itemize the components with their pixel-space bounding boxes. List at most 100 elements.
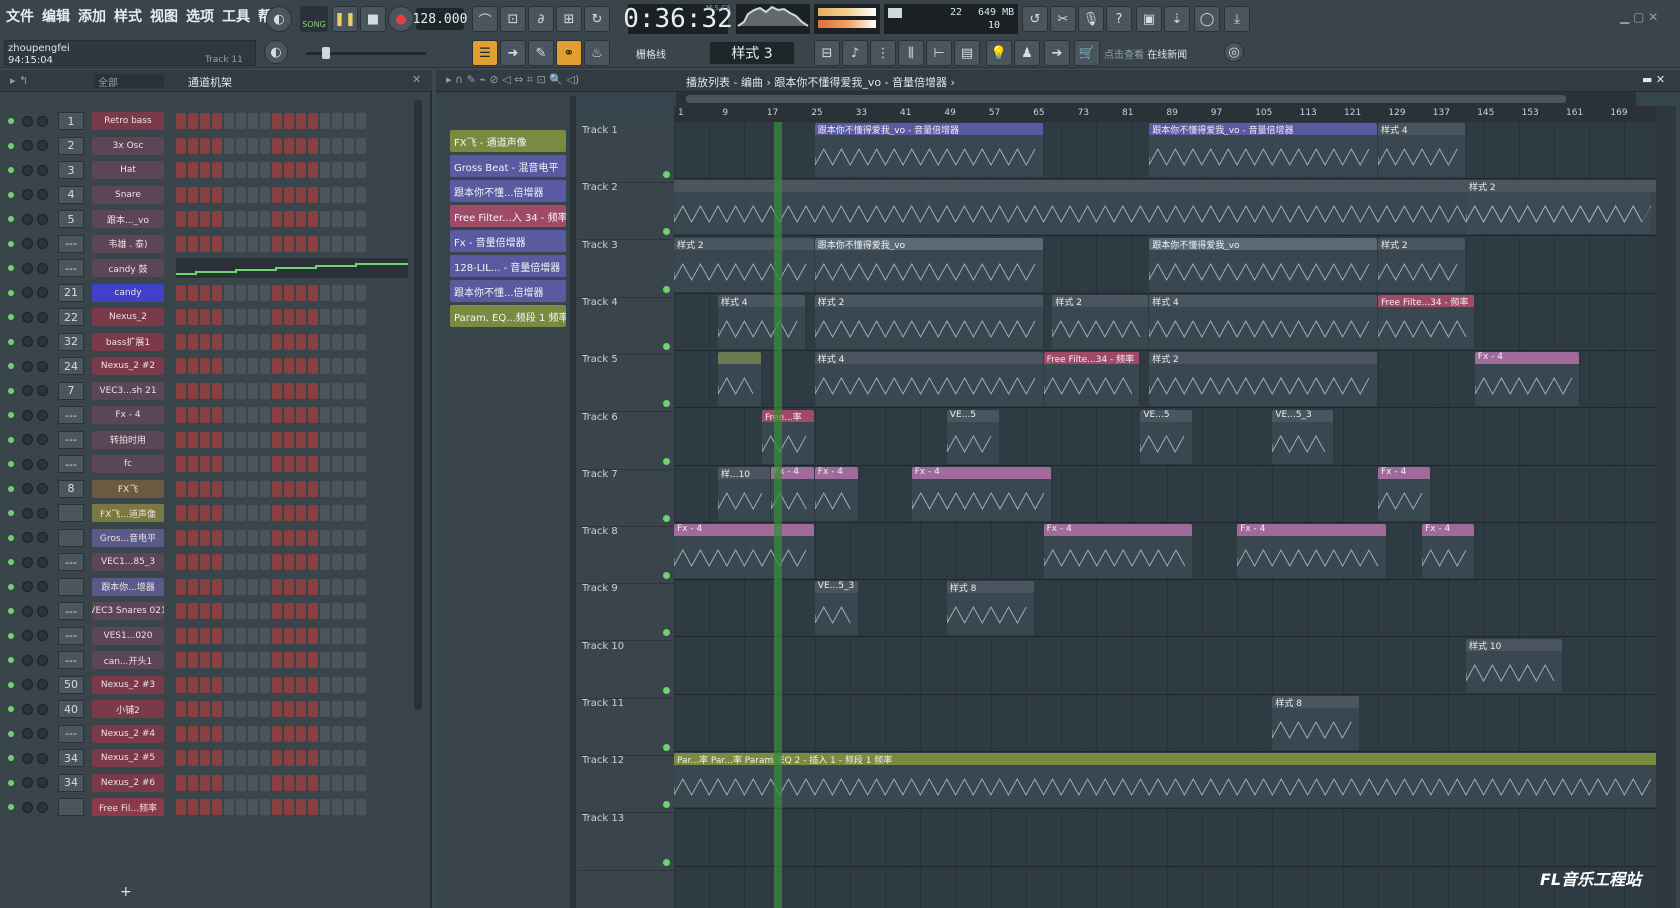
step-button[interactable] [308, 358, 318, 374]
channel-name-button[interactable]: FX飞...道声像 [92, 504, 164, 522]
step-button[interactable] [332, 333, 342, 350]
step-button[interactable] [320, 603, 330, 619]
step-button[interactable] [200, 725, 210, 742]
save-icon[interactable]: ▣ [1136, 6, 1162, 32]
step-button[interactable] [308, 578, 318, 595]
step-button[interactable] [236, 603, 246, 619]
step-button[interactable] [308, 211, 318, 227]
step-button[interactable] [356, 529, 366, 546]
step-button[interactable] [356, 431, 366, 448]
step-button[interactable] [212, 235, 222, 252]
channel-mixer-number[interactable]: 34 [58, 773, 84, 792]
playlist-clip[interactable]: 样式 10 [1466, 638, 1562, 693]
channel-volume-knob[interactable] [37, 409, 48, 421]
step-button[interactable] [260, 235, 270, 252]
step-button[interactable] [176, 676, 186, 693]
step-button[interactable] [248, 211, 258, 227]
channel-mute-led[interactable] [8, 559, 14, 565]
step-button[interactable] [260, 725, 270, 742]
wait-input-icon[interactable]: ⊡ [500, 6, 526, 32]
channel-row[interactable]: 8 FX飞 [8, 478, 408, 500]
step-button[interactable] [212, 211, 222, 227]
step-button[interactable] [260, 211, 270, 227]
channel-pan-knob[interactable] [22, 630, 33, 641]
step-button[interactable] [272, 505, 282, 521]
step-button[interactable] [176, 603, 186, 619]
channel-mixer-number[interactable]: --- [58, 724, 84, 743]
channel-row[interactable]: --- Fx - 4 [8, 404, 408, 426]
channel-mixer-number[interactable]: 32 [58, 332, 84, 351]
step-button[interactable] [308, 799, 318, 815]
step-button[interactable] [272, 186, 282, 203]
step-button[interactable] [176, 333, 186, 350]
step-button[interactable] [176, 750, 186, 766]
step-button[interactable] [224, 799, 234, 815]
step-button[interactable] [272, 235, 282, 252]
step-button[interactable] [212, 431, 222, 448]
channel-mixer-number[interactable]: --- [58, 234, 84, 253]
step-button[interactable] [272, 284, 282, 301]
channel-pan-knob[interactable] [22, 409, 33, 421]
step-button[interactable] [272, 603, 282, 619]
step-button[interactable] [236, 799, 246, 815]
channel-mute-led[interactable] [8, 608, 14, 614]
picker-scrollbar[interactable] [570, 96, 576, 908]
step-button[interactable] [272, 652, 282, 668]
channel-mute-led[interactable] [8, 265, 14, 271]
menu-item[interactable]: 样式 [112, 6, 144, 30]
channel-mixer-number[interactable]: 3 [58, 161, 84, 179]
step-button[interactable] [248, 456, 258, 472]
step-button[interactable] [296, 284, 306, 301]
step-button[interactable] [224, 554, 234, 570]
channel-volume-knob[interactable] [37, 556, 48, 568]
channel-volume-knob[interactable] [37, 311, 48, 323]
channel-name-button[interactable]: VES1...020 [92, 626, 164, 645]
channel-row[interactable]: 50 Nexus_2 #3 [8, 674, 408, 696]
step-button[interactable] [344, 652, 354, 668]
step-button[interactable] [200, 333, 210, 350]
step-button[interactable] [332, 186, 342, 203]
step-button[interactable] [332, 382, 342, 399]
step-button[interactable] [200, 162, 210, 178]
step-button[interactable] [200, 774, 210, 791]
step-button[interactable] [356, 799, 366, 815]
channel-pan-knob[interactable] [22, 654, 33, 666]
channel-mute-led[interactable] [8, 167, 14, 173]
channel-row[interactable]: --- fc [8, 453, 408, 475]
track-mute-led[interactable] [663, 801, 670, 809]
step-button[interactable] [176, 137, 186, 154]
step-button[interactable] [176, 578, 186, 595]
channel-pan-knob[interactable] [22, 360, 33, 372]
playlist-clip[interactable]: 样式 8 [1272, 696, 1360, 750]
step-button[interactable] [236, 235, 246, 252]
playlist-clip[interactable]: 样式 4 [1149, 294, 1377, 349]
channel-pan-knob[interactable] [22, 311, 33, 323]
channel-mixer-number[interactable]: 8 [58, 479, 84, 498]
step-button[interactable] [356, 235, 366, 252]
step-button[interactable] [296, 382, 306, 399]
step-button[interactable] [176, 431, 186, 448]
step-button[interactable] [260, 137, 270, 154]
step-button[interactable] [200, 211, 210, 227]
channel-mixer-number[interactable] [58, 504, 84, 522]
song-mode-toggle[interactable]: SONG [300, 6, 328, 32]
step-button[interactable] [200, 137, 210, 154]
channel-rack-icon[interactable]: ⋮ [870, 40, 896, 66]
step-button[interactable] [248, 725, 258, 742]
step-button[interactable] [248, 774, 258, 791]
channel-pan-knob[interactable] [22, 238, 33, 249]
step-button[interactable] [200, 456, 210, 472]
channel-pan-knob[interactable] [22, 458, 33, 470]
channel-row[interactable]: 5 跟本..._vo [8, 208, 408, 230]
step-button[interactable] [200, 382, 210, 399]
step-button[interactable] [248, 578, 258, 595]
step-button[interactable] [308, 113, 318, 129]
step-button[interactable] [236, 333, 246, 350]
countdown-icon[interactable]: ∂ [528, 6, 554, 32]
download-icon[interactable]: ⤓ [1224, 6, 1250, 32]
step-button[interactable] [344, 382, 354, 399]
shortcut-icon[interactable]: ➔ [1044, 40, 1070, 66]
channel-pan-knob[interactable] [22, 777, 33, 788]
step-button[interactable] [248, 799, 258, 815]
step-button[interactable] [272, 774, 282, 791]
